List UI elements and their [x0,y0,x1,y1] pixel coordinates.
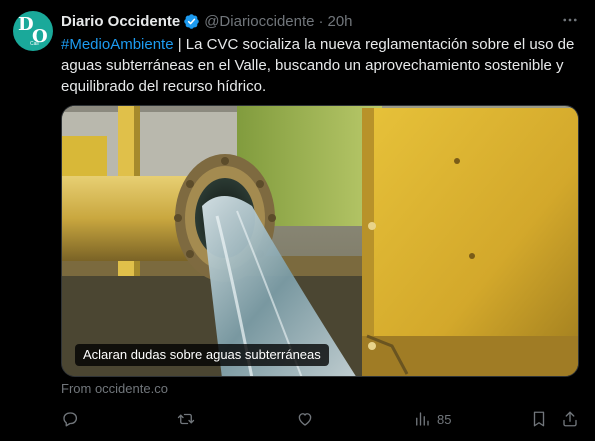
tweet-text: #MedioAmbiente | La CVC socializa la nue… [61,34,581,97]
tweet-actions-bar: 85 [0,406,595,432]
avatar[interactable]: D O Cali [13,11,53,51]
verified-badge-icon [184,13,199,29]
views-count: 85 [437,411,452,427]
link-source[interactable]: From occidente.co [61,381,168,396]
hashtag-link[interactable]: #MedioAmbiente [61,36,174,53]
tweet-header: Diario Occidente @Diarioccidente · 20h [61,12,353,30]
views-button[interactable]: 85 [413,409,451,429]
share-button[interactable] [561,409,579,429]
media-image [62,106,578,376]
tweet-media-card[interactable]: Aclaran dudas sobre aguas subterráneas [61,105,579,377]
avatar-sub-label: Cali [30,41,39,47]
bookmark-icon [533,411,545,427]
reply-button[interactable] [61,409,79,429]
heart-icon [298,413,312,426]
media-caption: Aclaran dudas sobre aguas subterráneas [75,344,329,366]
views-bar-chart-icon [416,412,429,426]
retweet-icon [177,413,195,425]
author-handle[interactable]: @Diarioccidente [204,13,314,30]
like-button[interactable] [296,409,314,429]
share-icon [563,411,577,427]
bookmark-button[interactable] [530,409,548,429]
tweet-timestamp[interactable]: 20h [327,13,352,30]
more-options-icon[interactable] [560,11,580,31]
reply-icon [63,412,78,427]
author-name[interactable]: Diario Occidente [61,13,180,30]
header-separator: · [318,12,324,30]
retweet-button[interactable] [177,409,195,429]
